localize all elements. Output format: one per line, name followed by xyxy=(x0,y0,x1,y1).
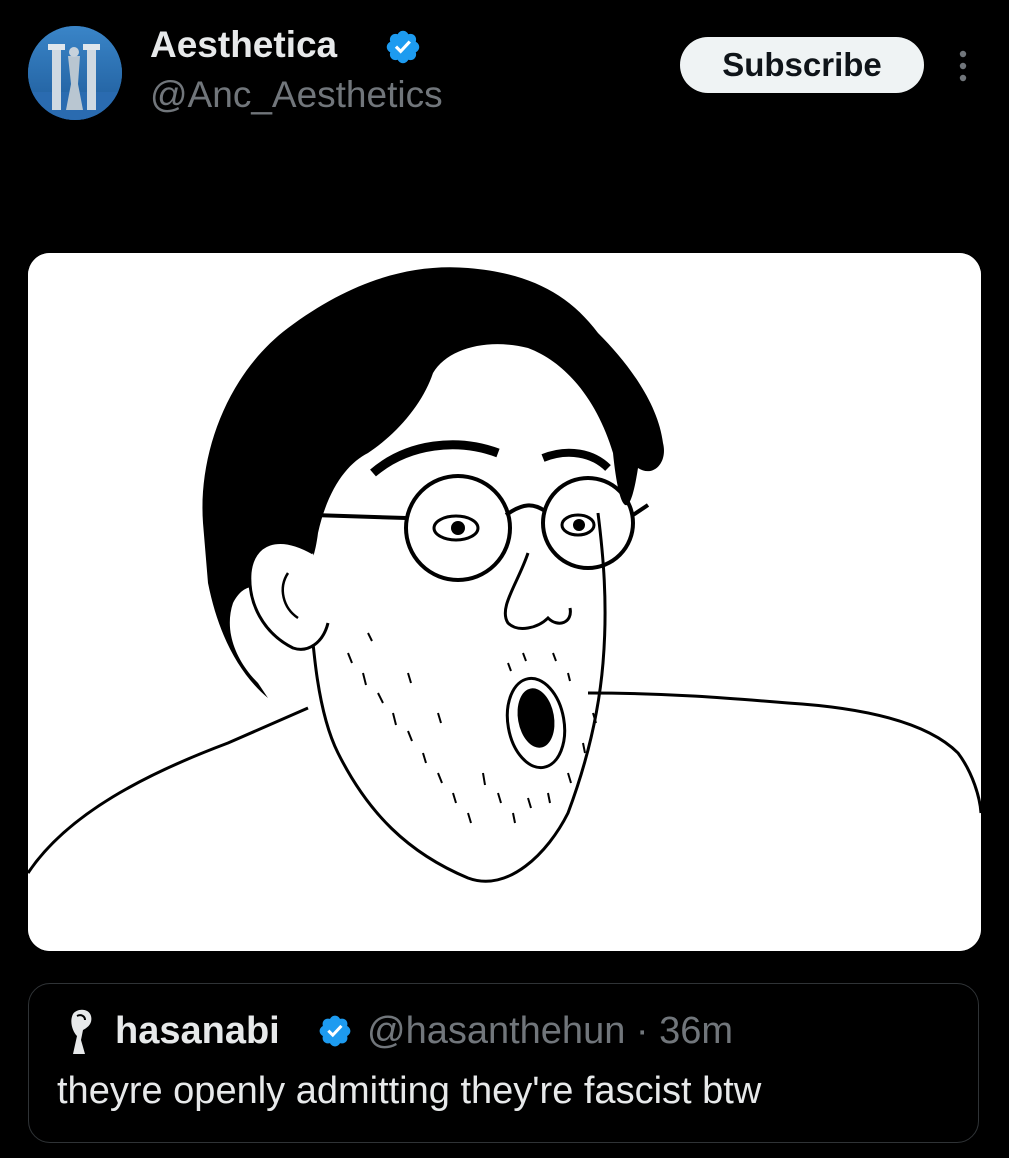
quoted-author-avatar-icon[interactable] xyxy=(63,1006,99,1056)
column-statue-avatar-icon xyxy=(28,26,122,120)
verified-badge-icon xyxy=(319,1015,351,1047)
wojak-surprised-drawing-icon xyxy=(28,253,981,951)
post-media-image[interactable] xyxy=(28,253,981,951)
vertical-ellipsis-icon[interactable] xyxy=(951,46,975,86)
quoted-post-card[interactable]: hasanabi @hasanthehun · 36m theyre openl… xyxy=(28,983,979,1143)
quoted-author-name[interactable]: hasanabi xyxy=(115,1010,280,1053)
author-avatar[interactable] xyxy=(28,26,122,120)
meta-separator: · xyxy=(635,1010,649,1052)
quoted-post-text: theyre openly admitting they're fascist … xyxy=(57,1070,762,1112)
author-name[interactable]: Aesthetica xyxy=(150,24,337,66)
quoted-author-handle[interactable]: @hasanthehun xyxy=(367,1010,625,1052)
author-handle[interactable]: @Anc_Aesthetics xyxy=(150,74,443,116)
quoted-post-meta: @hasanthehun · 36m xyxy=(367,1010,733,1053)
subscribe-button[interactable]: Subscribe xyxy=(680,37,924,93)
verified-badge-icon xyxy=(386,30,420,64)
quoted-post-time[interactable]: 36m xyxy=(659,1010,733,1052)
